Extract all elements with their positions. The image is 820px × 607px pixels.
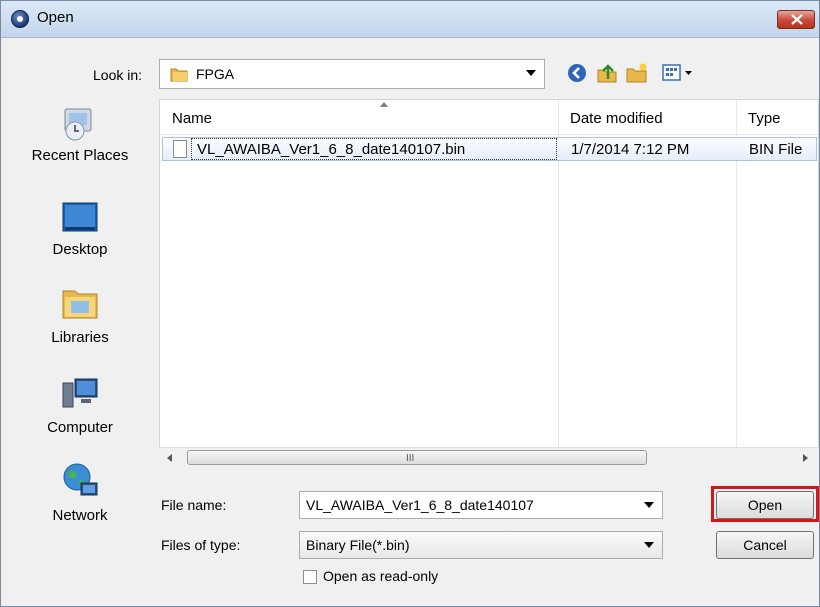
up-folder-icon[interactable] <box>595 61 619 85</box>
files-of-type-value: Binary File(*.bin) <box>306 537 410 553</box>
place-recent-places[interactable]: Recent Places <box>15 101 145 183</box>
libraries-icon <box>62 290 98 319</box>
new-folder-icon[interactable] <box>625 61 649 85</box>
place-network[interactable]: Network <box>15 461 145 543</box>
chevron-down-icon <box>526 70 536 76</box>
scroll-thumb[interactable]: III <box>187 450 647 465</box>
look-in-value: FPGA <box>196 66 235 82</box>
files-of-type-dropdown[interactable]: Binary File(*.bin) <box>299 531 663 559</box>
window-title: Open <box>37 9 74 26</box>
open-button[interactable]: Open <box>716 491 814 519</box>
desktop-icon <box>62 202 98 232</box>
recent-places-icon <box>64 108 92 141</box>
scroll-grip: III <box>406 453 415 464</box>
file-list[interactable]: Name Date modified Type VL_AWAIBA_Ver1_6… <box>159 99 819 461</box>
close-icon <box>791 14 803 25</box>
column-header-date-modified[interactable]: Date modified <box>570 110 663 127</box>
back-icon[interactable] <box>565 61 589 85</box>
file-name: VL_AWAIBA_Ver1_6_8_date140107.bin <box>197 141 466 158</box>
place-label: Recent Places <box>31 147 129 164</box>
open-dialog: Open Look in: FPGA Recent Places Desktop… <box>0 0 820 607</box>
scroll-right-icon[interactable] <box>803 454 808 462</box>
view-menu-icon[interactable] <box>661 61 695 85</box>
file-name-field[interactable]: VL_AWAIBA_Ver1_6_8_date140107 <box>299 491 663 519</box>
look-in-label: Look in: <box>93 67 143 83</box>
read-only-label[interactable]: Open as read-only <box>323 568 438 584</box>
place-libraries[interactable]: Libraries <box>15 283 145 365</box>
read-only-checkbox[interactable] <box>303 570 317 584</box>
place-computer[interactable]: Computer <box>15 373 145 455</box>
place-desktop[interactable]: Desktop <box>15 195 145 277</box>
place-label: Network <box>52 507 108 524</box>
cancel-button[interactable]: Cancel <box>716 531 814 559</box>
files-of-type-label: Files of type: <box>161 537 241 553</box>
file-date-modified: 1/7/2014 7:12 PM <box>571 141 690 158</box>
sort-arrow-icon <box>380 102 388 107</box>
app-icon <box>11 10 29 28</box>
column-header-row: Name Date modified Type <box>160 100 818 135</box>
title-bar: Open <box>1 1 819 38</box>
look-in-dropdown[interactable]: FPGA <box>159 59 545 89</box>
chevron-down-icon[interactable] <box>644 502 654 508</box>
close-button[interactable] <box>777 10 815 29</box>
place-label: Computer <box>47 419 113 436</box>
file-icon <box>173 140 187 158</box>
folder-icon <box>170 68 188 82</box>
network-icon <box>63 463 98 496</box>
column-header-name[interactable]: Name <box>172 110 212 127</box>
file-row[interactable]: VL_AWAIBA_Ver1_6_8_date140107.bin 1/7/20… <box>162 137 817 161</box>
computer-icon <box>62 378 98 408</box>
column-header-type[interactable]: Type <box>748 110 781 127</box>
file-name-value: VL_AWAIBA_Ver1_6_8_date140107 <box>306 497 534 513</box>
scroll-left-icon[interactable] <box>167 454 172 462</box>
place-label: Libraries <box>51 329 109 346</box>
place-label: Desktop <box>52 241 108 258</box>
horizontal-scrollbar[interactable]: III <box>159 447 819 468</box>
file-name-label: File name: <box>161 497 227 513</box>
chevron-down-icon <box>644 542 654 548</box>
file-type: BIN File <box>749 141 803 158</box>
places-bar: Recent Places Desktop Libraries Computer… <box>15 97 145 577</box>
